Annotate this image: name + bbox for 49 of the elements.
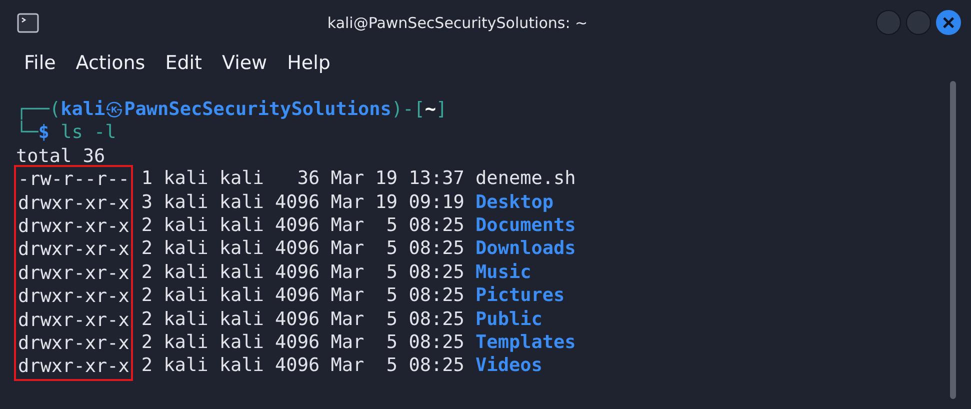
permissions-text: drwxr-xr-x: [18, 192, 130, 214]
file-details: 2 kali kali 4096 Mar 5 08:25: [141, 308, 464, 330]
file-name: Public: [476, 308, 542, 330]
command-text: ls -l: [60, 122, 116, 144]
file-name: Documents: [476, 214, 576, 236]
file-name: Desktop: [476, 192, 554, 213]
file-details: 1 kali kali 36 Mar 19 13:37: [141, 168, 464, 190]
file-name: Templates: [476, 332, 576, 353]
file-details: 2 kali kali 4096 Mar 5 08:25: [141, 355, 464, 376]
minimize-button[interactable]: [876, 10, 901, 35]
terminal-icon[interactable]: [17, 12, 39, 32]
file-name: Pictures: [476, 285, 565, 306]
close-button[interactable]: ×: [936, 10, 961, 35]
scrollbar[interactable]: [950, 81, 956, 399]
file-name: Music: [476, 262, 532, 283]
file-name: deneme.sh: [476, 168, 576, 190]
prompt-user: kali: [60, 99, 106, 120]
prompt-symbol: $: [38, 122, 50, 144]
file-details: 2 kali kali 4096 Mar 5 08:25: [141, 214, 464, 236]
prompt-at-sign: ㉿: [105, 99, 124, 120]
file-details: 2 kali kali 4096 Mar 5 08:25: [141, 238, 464, 260]
permissions-text: drwxr-xr-x: [18, 239, 130, 260]
maximize-button[interactable]: [906, 10, 931, 35]
prompt-frame: └─: [16, 122, 38, 144]
file-name: Videos: [476, 355, 542, 376]
permissions-text: drwxr-xr-x: [18, 286, 130, 308]
menu-item[interactable]: View: [212, 52, 278, 74]
prompt-frame: ┌──(: [16, 99, 61, 120]
menu-item[interactable]: Actions: [66, 52, 156, 74]
window-title: kali@PawnSecSecuritySolutions: ~: [326, 14, 589, 32]
prompt-directory: ~: [424, 99, 436, 120]
permissions-text: drwxr-xr-x: [18, 262, 130, 284]
permissions-text: drwxr-xr-x: [18, 332, 130, 354]
file-details: 2 kali kali 4096 Mar 5 08:25: [141, 262, 464, 283]
menu-item[interactable]: Help: [277, 52, 340, 74]
file-details: 2 kali kali 4096 Mar 5 08:25: [141, 332, 464, 353]
permissions-text: -rw-r--r--: [18, 169, 130, 190]
file-details: 2 kali kali 4096 Mar 5 08:25: [141, 285, 464, 306]
prompt-host: PawnSecSecuritySolutions: [124, 99, 392, 120]
menu-item[interactable]: Edit: [155, 52, 212, 74]
output-line: total 36: [16, 146, 106, 167]
permissions-text: drwxr-xr-x: [18, 216, 130, 237]
prompt-frame: )-[: [391, 99, 425, 120]
prompt-frame: ]: [436, 99, 448, 120]
permissions-text: drwxr-xr-x: [18, 310, 130, 331]
file-name: Downloads: [476, 238, 576, 260]
file-details: 3 kali kali 4096 Mar 19 09:19: [141, 192, 464, 213]
menu-item[interactable]: File: [14, 52, 66, 74]
permissions-text: drwxr-xr-x: [18, 356, 130, 378]
